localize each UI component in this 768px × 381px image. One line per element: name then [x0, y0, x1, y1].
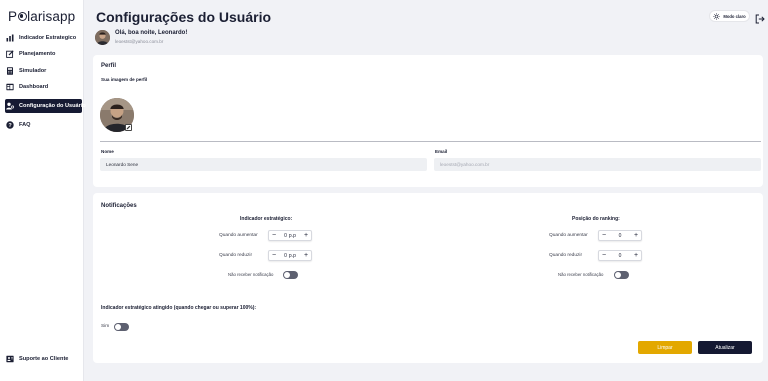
logout-icon[interactable] [755, 11, 765, 24]
strategic-no-notify-toggle[interactable] [283, 271, 298, 279]
email-label: Email [435, 149, 448, 154]
sidebar: Plarisapp Indicador Estrategico Planejam… [0, 0, 86, 381]
logo-suffix: larisapp [27, 9, 76, 24]
strategic-increase-stepper[interactable]: − 0 p.p + [268, 230, 312, 241]
ranking-no-notify-toggle[interactable] [614, 271, 629, 279]
strategic-decrease-stepper[interactable]: − 0 p.p + [268, 250, 312, 261]
stepper-value: 0 [618, 232, 622, 239]
ranking-position-title: Posição do ranking: [572, 216, 620, 222]
bar-chart-icon [6, 34, 14, 42]
dashboard-icon [6, 83, 14, 91]
minus-icon[interactable]: − [269, 251, 279, 261]
profile-card: Perfil Sua imagem de perfil Nome Email [93, 55, 763, 187]
stepper-value: 0 [284, 232, 287, 239]
target-yes-label: Sim [101, 324, 110, 329]
app-logo[interactable]: Plarisapp [8, 9, 75, 24]
ranking-decrease-label: Quando reduzir [549, 253, 583, 258]
edit-photo-icon[interactable] [125, 124, 132, 131]
ranking-increase-stepper[interactable]: − 0 + [598, 230, 642, 241]
sidebar-item-label: Configuração do Usuário [19, 103, 86, 109]
stepper-unit: p.p [288, 232, 296, 239]
plus-icon[interactable]: + [301, 231, 311, 241]
strategic-indicator-title: Indicador estratégico: [240, 216, 293, 222]
sidebar-item-simulador[interactable]: Simulador [5, 64, 82, 78]
minus-icon[interactable]: − [599, 251, 609, 261]
sidebar-item-dashboard[interactable]: Dashboard [5, 80, 82, 94]
sidebar-item-configuracao[interactable]: Configuração do Usuário [5, 99, 86, 113]
logo-prefix: P [8, 9, 18, 24]
sidebar-item-label: Dashboard [19, 84, 49, 90]
ranking-decrease-stepper[interactable]: − 0 + [598, 250, 642, 261]
name-input[interactable] [100, 158, 427, 171]
profile-divider [100, 141, 761, 142]
user-settings-icon [6, 102, 14, 110]
stepper-value: 0 [284, 252, 287, 259]
page-title: Configurações do Usuário [96, 9, 272, 25]
ranking-no-notify-label: Não receber notificação [558, 272, 604, 277]
help-icon: ? [6, 121, 14, 129]
greeting-text: Olá, boa noite, Leonardo! [115, 30, 188, 36]
strategic-increase-label: Quando aumentar [219, 233, 258, 238]
sidebar-item-faq[interactable]: ? FAQ [5, 118, 82, 132]
sidebar-item-planejamento[interactable]: Planejamento [5, 47, 82, 61]
support-label: Suporte ao Cliente [19, 356, 69, 362]
target-reached-title: Indicador estratégico atingido (quando c… [101, 305, 257, 311]
plus-icon[interactable]: + [631, 251, 641, 261]
sidebar-item-indicador[interactable]: Indicador Estrategico [5, 31, 82, 45]
sidebar-item-label: FAQ [19, 122, 31, 128]
minus-icon[interactable]: − [599, 231, 609, 241]
stepper-value: 0 [618, 252, 622, 259]
logo-o-icon [17, 12, 27, 21]
plus-icon[interactable]: + [631, 231, 641, 241]
strategic-no-notify-label: Não receber notificação [228, 272, 274, 277]
stepper-unit: p.p [288, 252, 296, 259]
notifications-section-title: Notificações [101, 203, 137, 209]
light-mode-button[interactable]: Modo claro [709, 10, 750, 22]
ranking-increase-label: Quando aumentar [549, 233, 588, 238]
profile-section-title: Perfil [101, 63, 117, 69]
sidebar-item-label: Simulador [19, 68, 47, 74]
edit-icon [6, 50, 14, 58]
avatar [95, 30, 110, 45]
header-email: leoestst@yahoo.com.br [115, 39, 164, 44]
mode-label: Modo claro [723, 13, 746, 19]
email-input[interactable] [434, 158, 761, 171]
calculator-icon [6, 67, 14, 75]
customer-support-link[interactable]: Suporte ao Cliente [5, 355, 68, 363]
clear-button[interactable]: Limpar [638, 341, 692, 354]
strategic-decrease-label: Quando reduzir [219, 253, 253, 258]
plus-icon[interactable]: + [301, 251, 311, 261]
profile-image-label: Sua imagem de perfil [101, 77, 148, 82]
sun-icon [713, 12, 721, 20]
sidebar-item-label: Indicador Estrategico [19, 35, 77, 41]
name-label: Nome [101, 149, 114, 154]
minus-icon[interactable]: − [269, 231, 279, 241]
notifications-card: Notificações Indicador estratégico: Quan… [93, 193, 763, 363]
support-icon [6, 355, 14, 363]
target-yes-toggle[interactable] [114, 323, 129, 331]
update-button[interactable]: Atualizar [698, 341, 752, 354]
sidebar-item-label: Planejamento [19, 51, 56, 57]
